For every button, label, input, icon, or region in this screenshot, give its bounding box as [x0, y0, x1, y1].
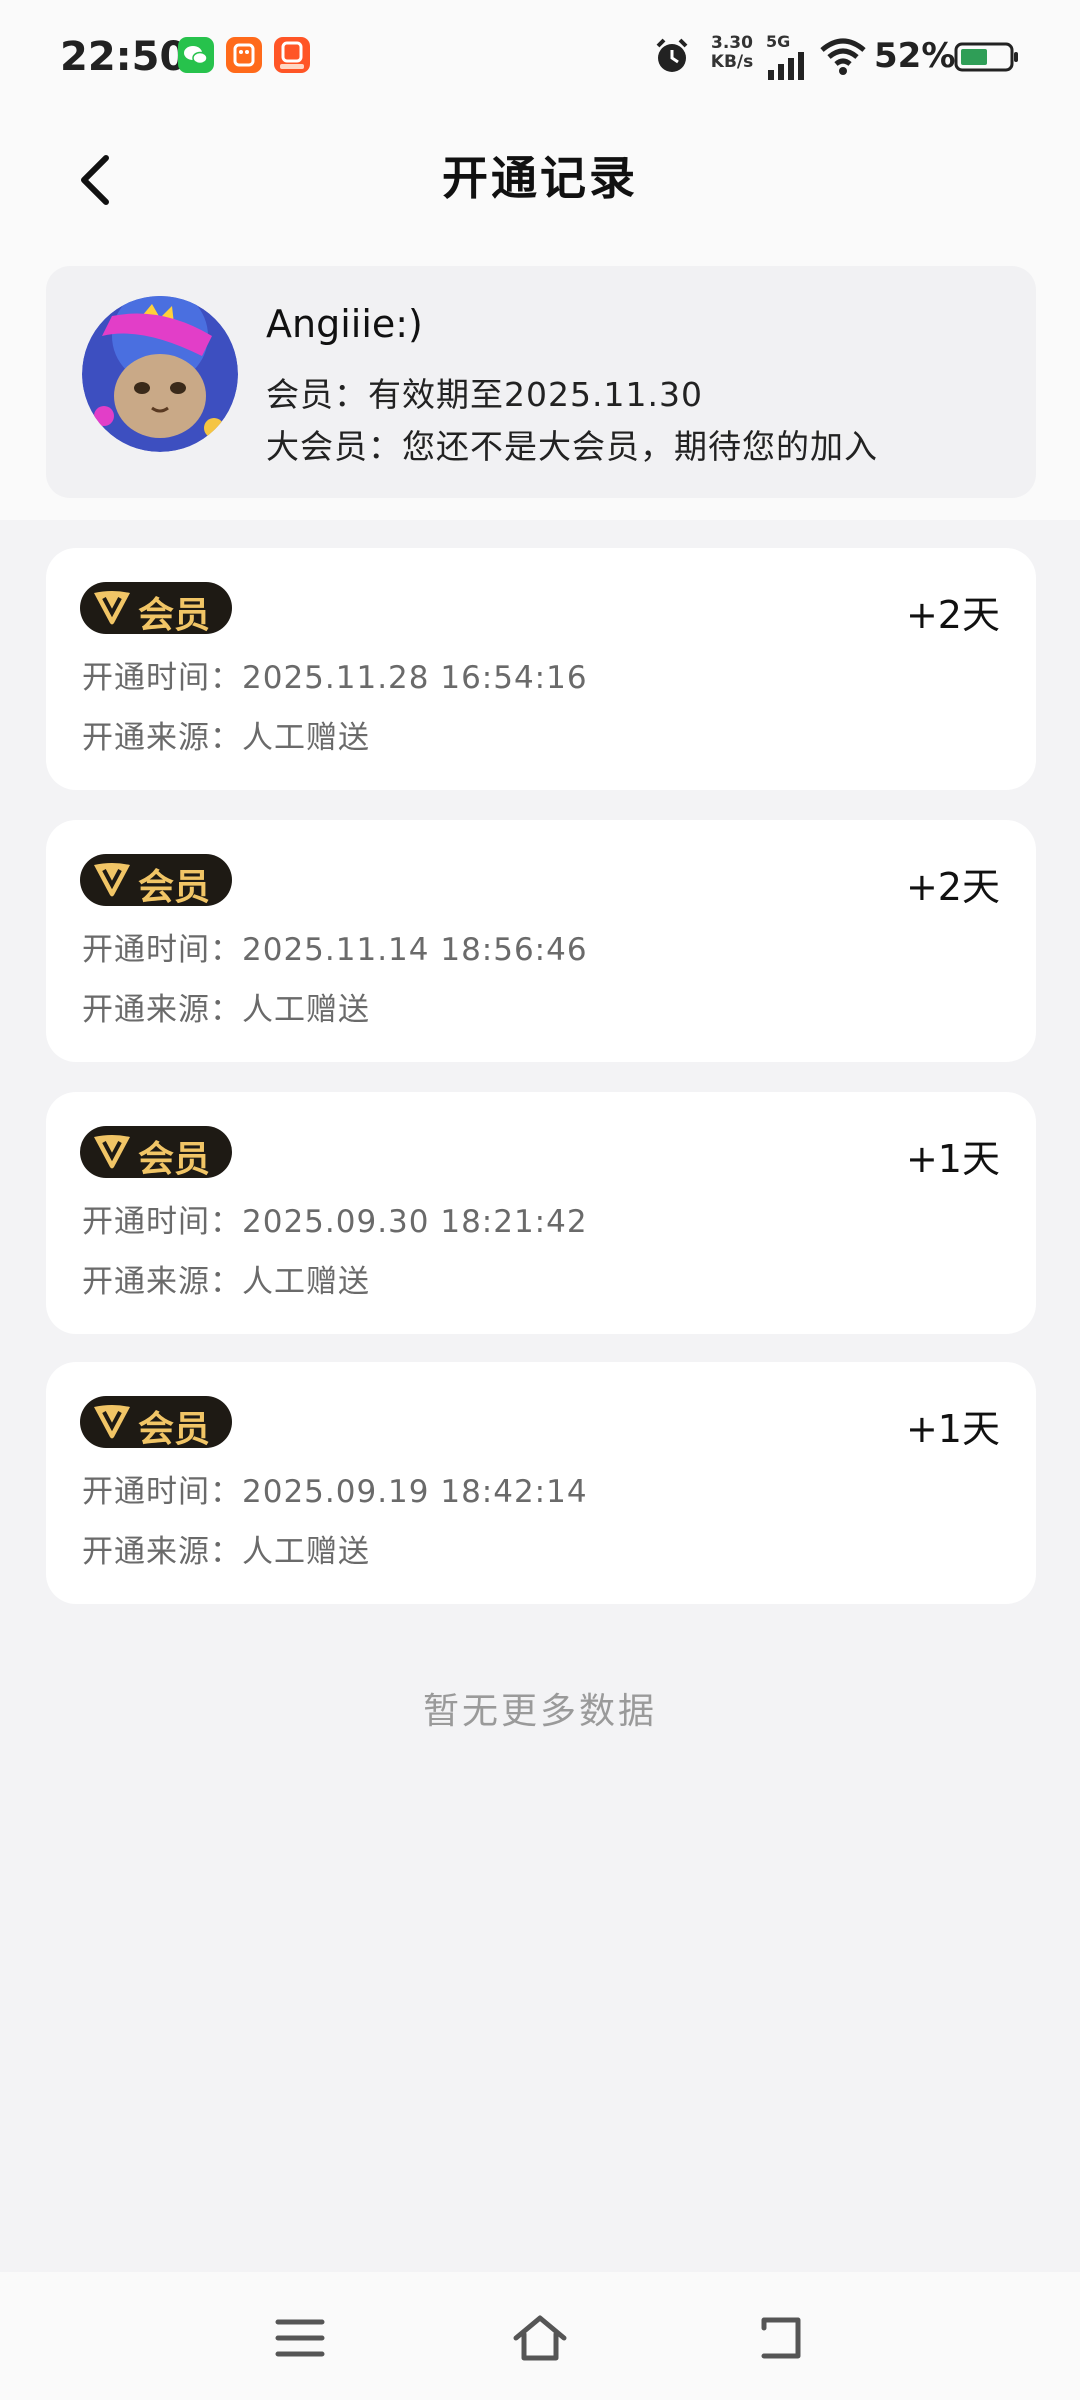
- nav-bar: 开通记录: [0, 110, 1080, 260]
- record-card: 会员 +1天 开通时间：2025.09.19 18:42:14 开通来源：人工赠…: [46, 1362, 1036, 1604]
- net-speed-unit: KB/s: [710, 52, 754, 72]
- vip-badge: 会员: [80, 582, 232, 636]
- record-card: 会员 +2天 开通时间：2025.11.14 18:56:46 开通来源：人工赠…: [46, 820, 1036, 1062]
- battery-percent: 52%: [874, 36, 956, 76]
- record-days: +2天: [905, 593, 1000, 637]
- no-more-data-text: 暂无更多数据: [422, 1691, 657, 1732]
- vip-v-icon: [94, 591, 130, 625]
- status-bar: 22:50 3.30 KB/s 5G 52%: [0, 0, 1080, 110]
- avatar[interactable]: [82, 296, 238, 452]
- alarm-icon: [652, 36, 692, 80]
- vip-badge: 会员: [80, 1396, 232, 1450]
- battery-icon: [954, 42, 1020, 76]
- record-source: 开通来源：人工赠送: [82, 992, 370, 1028]
- record-days: +1天: [905, 1407, 1000, 1451]
- net-speed-value: 3.30: [711, 33, 753, 53]
- wechat-icon: [178, 37, 214, 73]
- record-card: 会员 +2天 开通时间：2025.11.28 16:54:16 开通来源：人工赠…: [46, 548, 1036, 790]
- record-source: 开通来源：人工赠送: [82, 720, 370, 756]
- menu-icon: [275, 2319, 325, 2357]
- vip-badge-label: 会员: [138, 1409, 211, 1450]
- home-button[interactable]: [510, 2308, 570, 2368]
- vip-badge: 会员: [80, 854, 232, 908]
- big-member-status: 大会员：您还不是大会员，期待您的加入: [266, 427, 878, 466]
- taobao-icon: [226, 37, 262, 73]
- vip-v-icon: [94, 863, 130, 897]
- vip-badge-label: 会员: [138, 1139, 211, 1180]
- record-time: 开通时间：2025.09.30 18:21:42: [82, 1204, 588, 1240]
- profile-card: Angiiie:) 会员：有效期至2025.11.30 大会员：您还不是大会员，…: [46, 266, 1036, 498]
- member-expiry: 会员：有效期至2025.11.30: [266, 375, 703, 414]
- signal-icon: [768, 52, 804, 80]
- home-icon: [513, 2315, 567, 2361]
- taobao-special-icon: [274, 37, 310, 73]
- record-source: 开通来源：人工赠送: [82, 1534, 370, 1570]
- network-type: 5G: [766, 32, 791, 51]
- record-card: 会员 +1天 开通时间：2025.09.30 18:21:42 开通来源：人工赠…: [46, 1092, 1036, 1334]
- record-time: 开通时间：2025.11.28 16:54:16: [82, 660, 588, 696]
- page-title: 开通记录: [442, 151, 638, 205]
- vip-v-icon: [94, 1135, 130, 1169]
- wifi-icon: [820, 38, 866, 80]
- record-time: 开通时间：2025.09.19 18:42:14: [82, 1474, 588, 1510]
- profile-section: Angiiie:) 会员：有效期至2025.11.30 大会员：您还不是大会员，…: [0, 260, 1080, 520]
- system-nav-bar: [0, 2272, 1080, 2400]
- vip-badge-label: 会员: [138, 595, 211, 636]
- record-days: +2天: [905, 865, 1000, 909]
- status-time: 22:50: [60, 34, 188, 80]
- record-source: 开通来源：人工赠送: [82, 1264, 370, 1300]
- vip-badge-label: 会员: [138, 867, 211, 908]
- record-days: +1天: [905, 1137, 1000, 1181]
- vip-badge: 会员: [80, 1126, 232, 1180]
- recent-apps-button[interactable]: [270, 2308, 330, 2368]
- vip-v-icon: [94, 1405, 130, 1439]
- back-arrow-icon: [761, 2317, 801, 2359]
- profile-name: Angiiie:): [266, 302, 423, 346]
- system-back-button[interactable]: [750, 2308, 810, 2368]
- record-time: 开通时间：2025.11.14 18:56:46: [82, 932, 588, 968]
